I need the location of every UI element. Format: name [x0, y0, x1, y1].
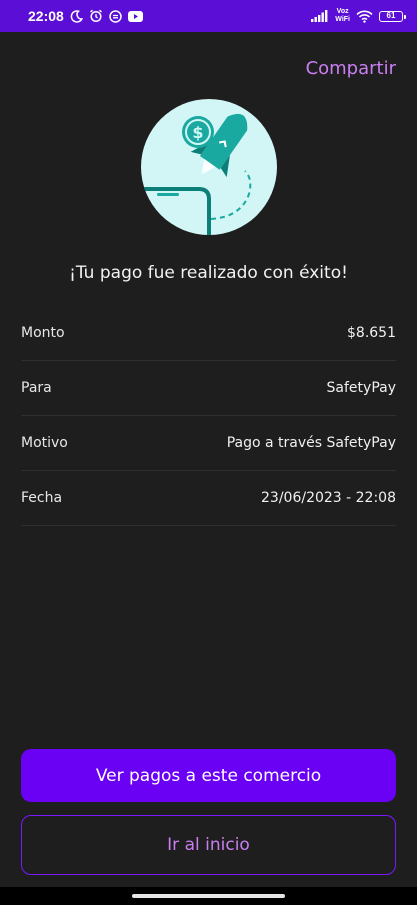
detail-value: Pago a través SafetyPay [226, 435, 396, 451]
status-right: Voz WiFi 61 [311, 8, 406, 24]
detail-value: $8.651 [347, 325, 396, 341]
detail-label: Monto [21, 325, 65, 341]
signal-icon [311, 10, 329, 22]
status-time: 22:08 [28, 8, 64, 24]
battery-level: 61 [386, 11, 396, 20]
home-indicator[interactable] [132, 894, 285, 898]
network-label: Voz WiFi [335, 8, 350, 24]
network-label-top: Voz [336, 8, 349, 15]
detail-value: SafetyPay [326, 380, 396, 396]
system-nav-bar [0, 887, 417, 905]
youtube-icon [127, 10, 143, 22]
detail-label: Motivo [21, 435, 68, 451]
status-bar: 22:08 Voz WiFi 61 [0, 0, 417, 32]
detail-value: 23/06/2023 - 22:08 [261, 490, 396, 506]
share-link[interactable]: Compartir [306, 58, 396, 79]
detail-row-reason: Motivo Pago a través SafetyPay [21, 416, 396, 471]
go-home-button[interactable]: Ir al inicio [21, 815, 396, 875]
payment-details: Monto $8.651 Para SafetyPay Motivo Pago … [21, 306, 396, 526]
app-icon [109, 9, 122, 23]
moon-icon [70, 9, 83, 23]
view-merchant-payments-button[interactable]: Ver pagos a este comercio [21, 749, 396, 802]
detail-row-recipient: Para SafetyPay [21, 361, 396, 416]
success-title: ¡Tu pago fue realizado con éxito! [69, 263, 348, 283]
rocket-coin-illustration: $ [141, 99, 277, 235]
payment-success-screen: 22:08 Voz WiFi 61 Compartir $ ¡Tu pago f… [0, 0, 417, 905]
network-label-bottom: WiFi [335, 16, 350, 23]
detail-label: Fecha [21, 490, 63, 506]
detail-row-date: Fecha 23/06/2023 - 22:08 [21, 471, 396, 526]
detail-row-amount: Monto $8.651 [21, 306, 396, 361]
status-left: 22:08 [28, 8, 143, 24]
svg-text:$: $ [192, 123, 203, 142]
battery-icon: 61 [379, 10, 406, 22]
alarm-icon [89, 9, 103, 23]
wifi-icon [356, 10, 373, 23]
detail-label: Para [21, 380, 52, 396]
